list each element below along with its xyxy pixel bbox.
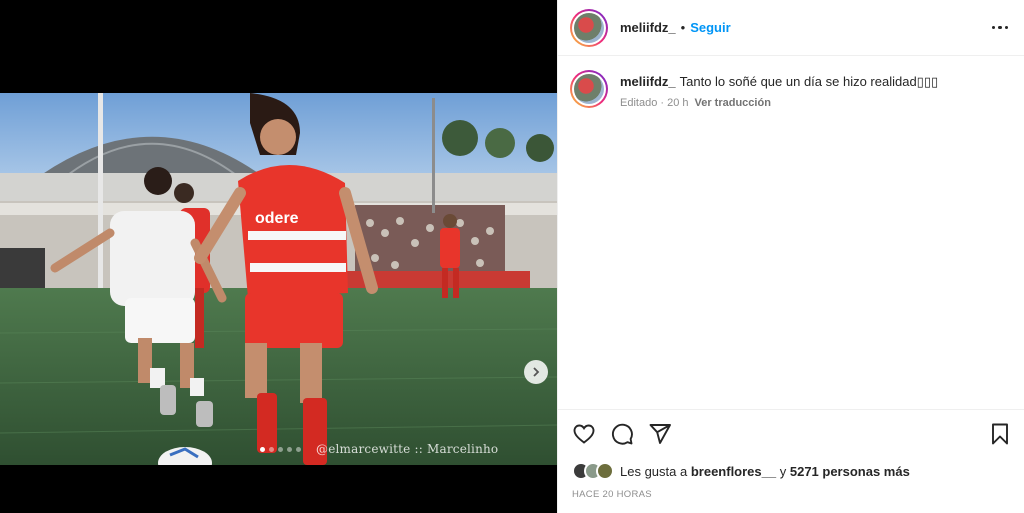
caption-text: Tanto lo soñé que un día se hizo realida…	[679, 74, 939, 89]
likes-middle: y	[779, 463, 787, 479]
liker-username[interactable]: breenflores__	[691, 464, 776, 479]
carousel-indicator	[260, 447, 301, 452]
post-side-panel: meliifdz_ • Seguir meliifdz_ Tanto lo soñ…	[557, 0, 1024, 513]
paper-plane-icon	[649, 424, 671, 444]
author-username[interactable]: meliifdz_	[620, 20, 676, 35]
likes-prefix: Les gusta a	[620, 463, 688, 479]
post-media: odere @elmarcewitte :: Marcelinho	[0, 0, 557, 513]
follow-button[interactable]: Seguir	[690, 20, 730, 35]
chevron-right-icon	[533, 367, 540, 377]
like-button[interactable]	[572, 422, 596, 446]
comment-icon	[611, 423, 633, 445]
post-photo[interactable]: odere	[0, 93, 557, 465]
carousel-dot	[260, 447, 265, 452]
photo-watermark: @elmarcewitte :: Marcelinho	[316, 442, 499, 456]
caption-username[interactable]: meliifdz_	[620, 74, 676, 89]
carousel-dot	[278, 447, 283, 452]
post-header: meliifdz_ • Seguir	[558, 0, 1024, 56]
post-caption: meliifdz_ Tanto lo soñé que un día se hiz…	[558, 56, 1024, 109]
liker-avatars	[572, 462, 614, 480]
caption-avatar[interactable]	[570, 70, 608, 108]
carousel-dot	[296, 447, 301, 452]
carousel-next-button[interactable]	[524, 360, 548, 384]
share-button[interactable]	[648, 422, 672, 446]
edited-timestamp: Editado · 20 h	[620, 97, 689, 109]
heart-icon	[573, 424, 595, 444]
post-actions: Les gusta a breenflores__ y 5271 persona…	[558, 409, 1024, 500]
separator-dot: •	[680, 20, 686, 35]
avatar[interactable]	[570, 8, 608, 47]
save-button[interactable]	[988, 422, 1012, 446]
likes-count[interactable]: 5271 personas más	[790, 464, 910, 479]
likes-summary: Les gusta a breenflores__ y 5271 persona…	[572, 462, 1012, 480]
carousel-dot	[287, 447, 292, 452]
more-options-button[interactable]	[988, 20, 1013, 36]
carousel-dot	[269, 447, 274, 452]
avatar	[596, 462, 614, 480]
comment-button[interactable]	[610, 422, 634, 446]
svg-text:odere: odere	[255, 210, 299, 227]
bookmark-icon	[992, 423, 1008, 445]
post-timestamp[interactable]: HACE 20 HORAS	[572, 489, 1012, 500]
see-translation-link[interactable]: Ver traducción	[695, 97, 771, 109]
more-horizontal-icon	[991, 25, 995, 30]
soccer-photo: odere	[0, 93, 557, 465]
